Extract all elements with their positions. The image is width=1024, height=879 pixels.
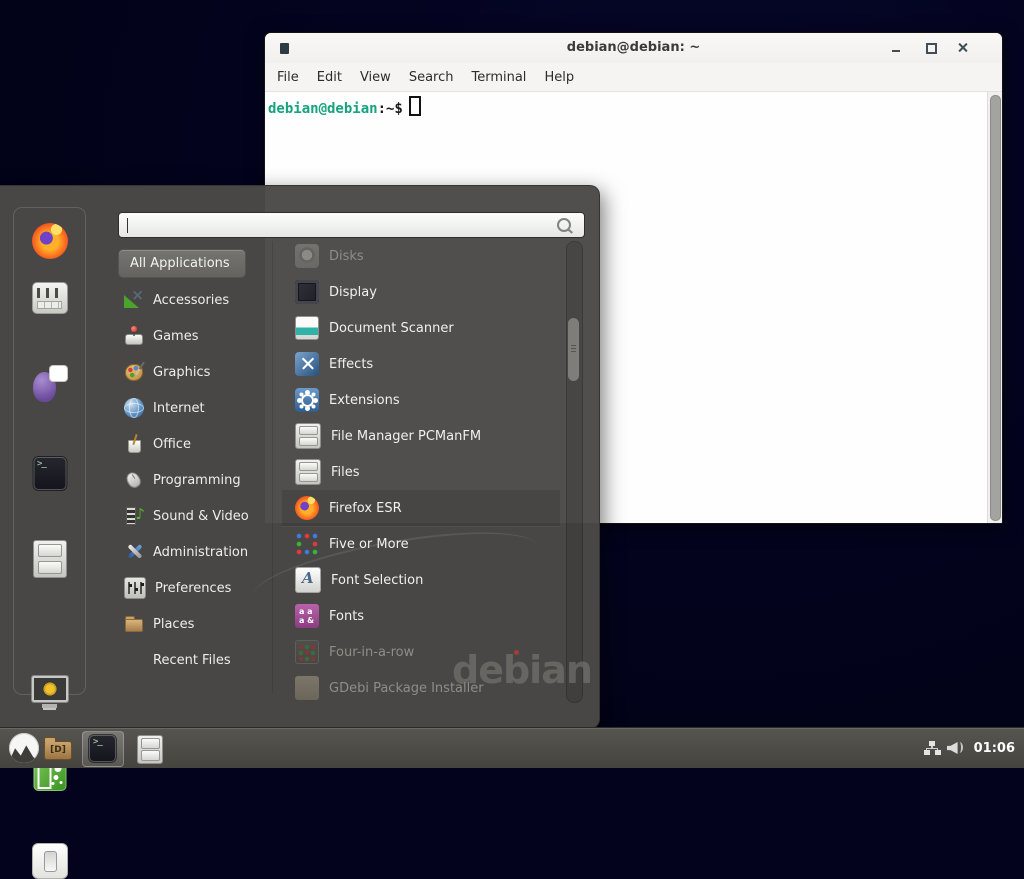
app-item-document-scanner[interactable]: Document Scanner [282,310,560,346]
file-cabinet-icon [137,735,163,764]
menu-view[interactable]: View [351,66,400,89]
search-icon [557,218,571,232]
app-item-effects[interactable]: Effects [282,346,560,382]
app-item-file-manager-pcmanfm[interactable]: File Manager PCManFM [282,418,560,454]
office-icon [124,434,144,454]
effects-icon [295,352,319,376]
app-item-extensions[interactable]: Extensions [282,382,560,418]
app-item-files[interactable]: Files [282,454,560,490]
category-graphics[interactable]: Graphics [118,354,268,390]
taskbar-clock[interactable]: 01:06 [974,741,1015,756]
fonts-icon [295,604,319,628]
category-office[interactable]: Office [118,426,268,462]
pidgin-favorite-icon[interactable] [32,364,68,402]
taskbar: [D] 01:06 [0,727,1024,768]
text-caret [127,218,128,233]
terminal-scrollbar-thumb[interactable] [990,95,1001,521]
app-item-disks[interactable]: Disks [282,238,560,274]
menu-search-box[interactable] [118,212,585,238]
firefox-favorite-icon[interactable] [32,223,68,259]
preferences-icon [124,577,146,599]
category-places[interactable]: Places [118,606,268,642]
menu-terminal[interactable]: Terminal [462,66,535,89]
shutdown-icon[interactable] [32,843,68,879]
category-games[interactable]: Games [118,318,268,354]
category-list: Accessories Games Graphics Internet Offi… [118,282,268,678]
programming-icon [124,470,144,490]
menu-help[interactable]: Help [535,66,583,89]
app-item-four-in-a-row[interactable]: Four-in-a-row [282,634,560,670]
sound-mixer-favorite-icon[interactable] [32,282,68,314]
file-manager-launcher[interactable] [137,735,161,762]
prompt-user: debian@debian [268,101,378,117]
firefox-icon [295,496,319,520]
sound-video-icon [124,506,144,526]
menu-logo-icon [9,733,39,763]
display-icon [295,280,319,304]
app-item-display[interactable]: Display [282,274,560,310]
menu-scrollbar-thumb[interactable] [568,318,579,381]
games-icon [124,326,144,346]
five-or-more-icon [295,532,319,556]
lock-screen-icon[interactable] [32,676,68,708]
category-administration[interactable]: Administration [118,534,268,570]
terminal-prompt: debian@debian:~$ [268,96,421,117]
four-in-a-row-icon [295,640,319,664]
document-scanner-icon [295,316,319,340]
menu-scrollbar[interactable] [566,241,583,703]
app-item-five-or-more[interactable]: Five or More [282,526,560,562]
terminal-favorite-icon[interactable] [33,457,66,490]
favorites-box [13,207,86,695]
category-internet[interactable]: Internet [118,390,268,426]
files-icon [295,459,321,485]
system-tray: 01:06 [924,728,1024,768]
disks-icon [295,244,319,268]
maximize-button[interactable] [922,39,940,57]
internet-icon [124,398,144,418]
app-item-fonts[interactable]: Fonts [282,598,560,634]
folder-icon: [D] [44,741,72,760]
font-selection-icon [295,567,321,593]
menu-file[interactable]: File [268,66,308,89]
all-applications-button[interactable]: All Applications [118,249,246,278]
file-manager-favorite-icon[interactable] [33,540,67,578]
app-item-gdebi[interactable]: GDebi Package Installer [282,670,560,706]
places-icon [124,614,144,634]
terminal-titlebar[interactable]: debian@debian: ~ [265,33,1002,63]
file-manager-icon [295,423,321,449]
category-recent-files[interactable]: Recent Files [118,642,268,678]
terminal-icon [89,735,116,762]
search-input[interactable] [120,214,583,236]
menu-edit[interactable]: Edit [308,66,351,89]
administration-icon [124,542,144,562]
all-applications-label: All Applications [130,256,230,271]
desktop-folder-launcher[interactable]: [D] [44,736,72,760]
graphics-icon [124,362,144,382]
volume-icon[interactable] [947,741,965,755]
category-accessories[interactable]: Accessories [118,282,268,318]
extensions-icon [295,388,319,412]
app-item-firefox-esr[interactable]: Firefox ESR [282,490,560,526]
terminal-taskbar-button[interactable] [82,731,124,767]
network-icon[interactable] [924,741,940,755]
minimize-button[interactable] [888,39,906,57]
terminal-scrollbar[interactable] [987,92,1002,523]
menu-button[interactable] [9,733,39,763]
prompt-suffix: :~$ [378,101,403,117]
close-button[interactable] [954,39,972,57]
application-menu: All Applications Accessories Games Graph… [0,185,600,729]
category-preferences[interactable]: Preferences [118,570,268,606]
application-list: Disks Display Document Scanner Effects E… [282,238,560,706]
category-programming[interactable]: Programming [118,462,268,498]
terminal-cursor [409,96,421,116]
menu-search[interactable]: Search [400,66,463,89]
terminal-menubar: File Edit View Search Terminal Help [265,63,1002,92]
accessories-icon [124,290,144,310]
column-divider [272,241,273,693]
gdebi-icon [295,676,319,700]
app-item-font-selection[interactable]: Font Selection [282,562,560,598]
category-sound-video[interactable]: Sound & Video [118,498,268,534]
